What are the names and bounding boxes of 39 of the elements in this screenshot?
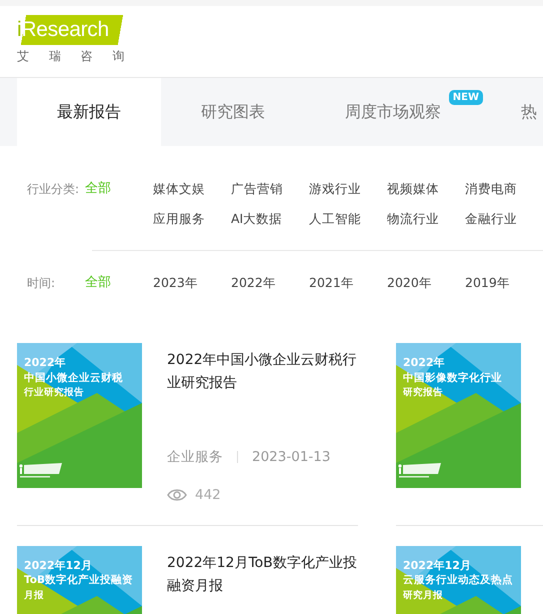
new-badge: NEW (448, 90, 483, 105)
eye-icon (167, 488, 187, 502)
report-title[interactable]: 2022年中国小微企业云财税行业研究报告 (167, 349, 358, 395)
report-title[interactable]: 2022年12月ToB数字化产业投融资月报 (167, 552, 358, 598)
cover-title: 月报 (24, 588, 45, 602)
cover-title: 2022年 (24, 355, 67, 371)
tab[interactable]: 热 (481, 78, 543, 146)
filter-option[interactable]: 人工智能 (309, 204, 361, 234)
filter-option[interactable]: 广告营销 (231, 174, 283, 204)
tab[interactable]: 最新报告 (17, 78, 161, 146)
cover-title: 2022年12月 (403, 558, 472, 574)
filter-label: 时间: (27, 275, 56, 292)
filter-option[interactable]: 游戏行业 (309, 174, 361, 204)
cover-title: 行业研究报告 (24, 386, 85, 400)
filter-option[interactable]: 2022年 (231, 268, 276, 298)
filter-option[interactable]: 2019年 (465, 268, 510, 298)
cover-title: 2022年 (403, 355, 446, 371)
cover-background[interactable] (17, 343, 142, 488)
logo-subtitle: 艾 瑞 咨 询 (17, 49, 134, 63)
filter-option[interactable]: 2023年 (153, 268, 198, 298)
filter-option[interactable]: 金融行业 (465, 204, 517, 234)
filter-option[interactable]: 媒体文娱 (153, 174, 205, 204)
cover-title: 研究报告 (403, 386, 444, 400)
report-category: 企业服务 (167, 448, 223, 467)
filter-option[interactable]: 物流行业 (387, 204, 439, 234)
cover-title: 2022年12月 (24, 558, 93, 574)
cover-title: 云服务行业动态及热点 (403, 573, 513, 588)
tab[interactable]: 周度市场观察 NEW (305, 78, 481, 146)
filter-option[interactable]: AI大数据 (231, 204, 282, 234)
view-count: 442 (195, 486, 221, 506)
filter-option[interactable]: 消费电商 (465, 174, 517, 204)
filter-option[interactable]: 2020年 (387, 268, 432, 298)
report-date: 2023-01-13 (252, 448, 330, 467)
filter-option[interactable]: 2021年 (309, 268, 354, 298)
filter-option[interactable]: 视频媒体 (387, 174, 439, 204)
filter-label: 行业分类: (27, 181, 80, 198)
filter-option[interactable]: 应用服务 (153, 204, 205, 234)
tab[interactable]: 研究图表 (161, 78, 305, 146)
cover-background[interactable] (396, 343, 521, 488)
